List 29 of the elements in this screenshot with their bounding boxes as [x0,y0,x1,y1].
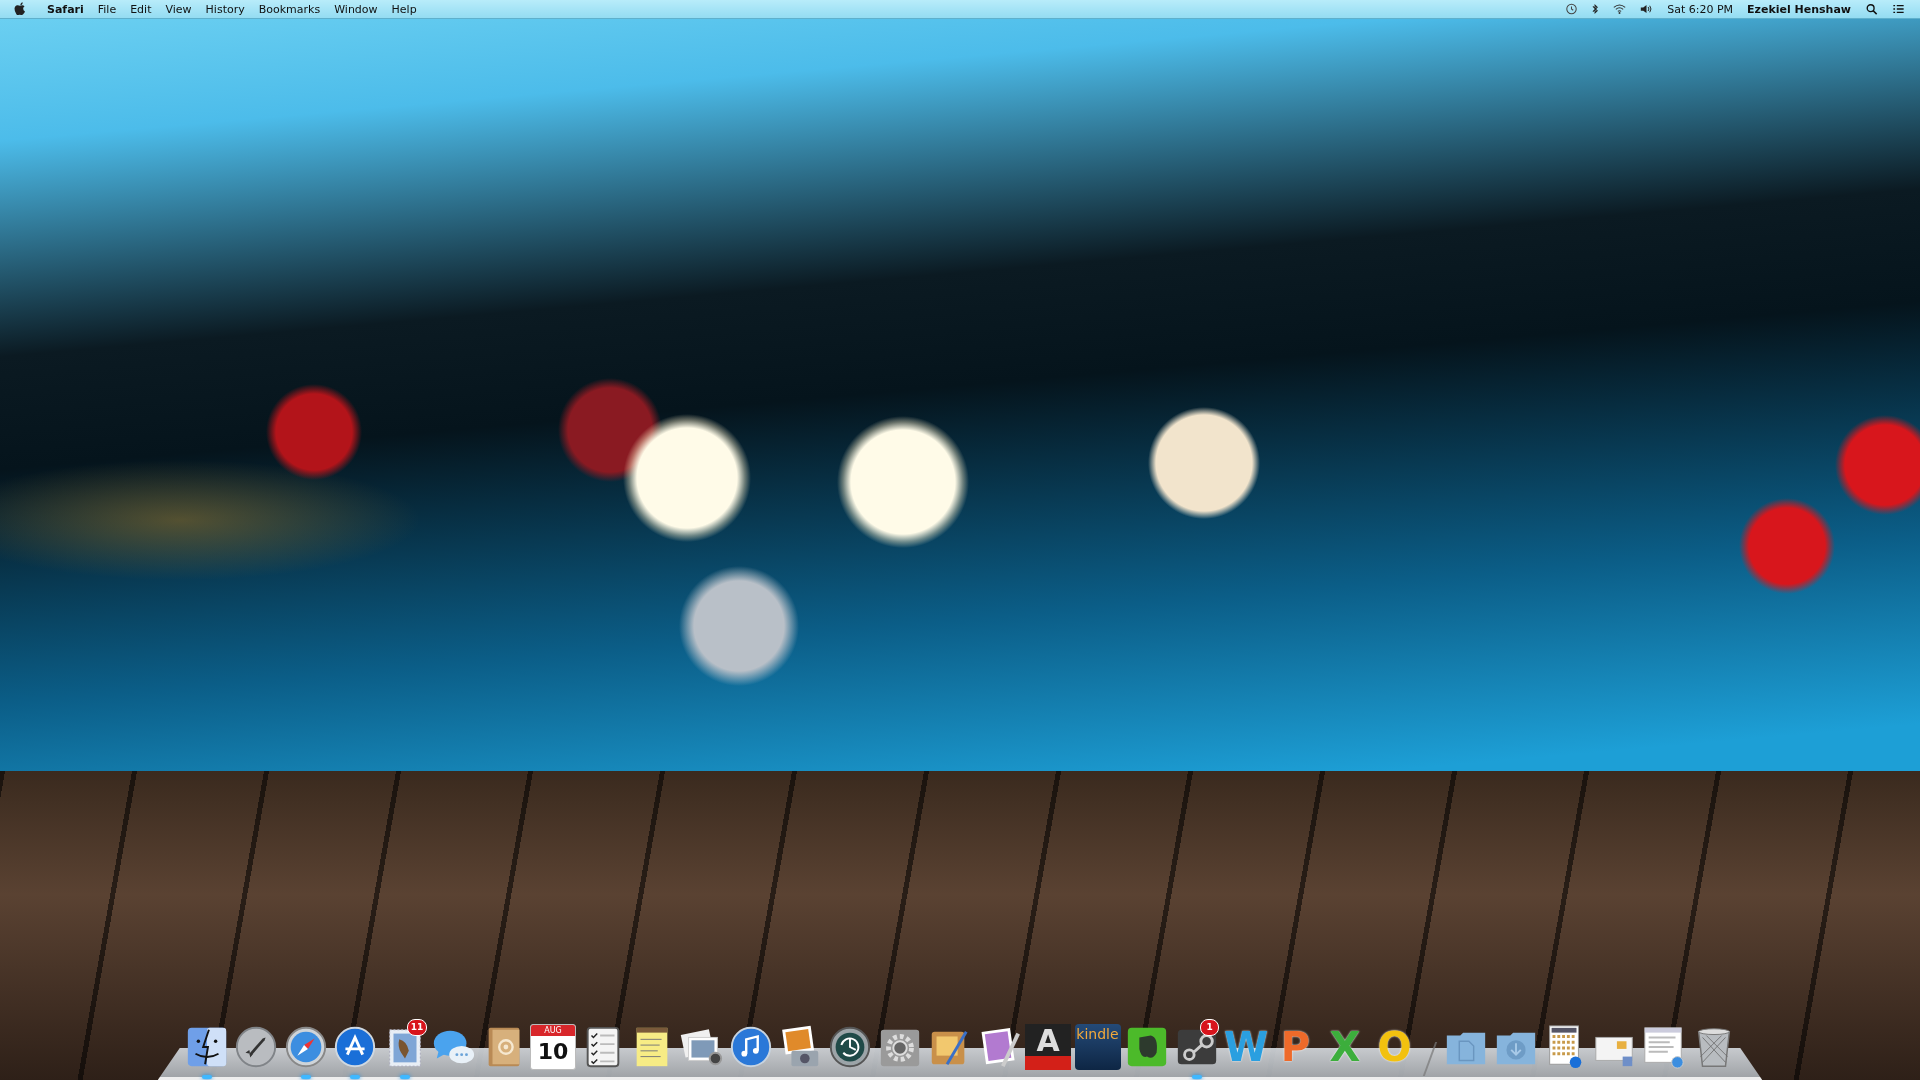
apple-logo-icon[interactable] [14,2,26,16]
speaker-icon[interactable] [1640,3,1654,15]
menu-item[interactable]: File [90,0,124,18]
window-thumbnail-icon[interactable] [1641,1024,1687,1070]
running-indicator [350,1075,360,1079]
menu-item[interactable]: Edit [123,0,159,18]
app-store-icon[interactable] [332,1024,378,1070]
list-icon[interactable] [1892,3,1905,15]
bluetooth-icon[interactable] [1592,3,1600,15]
menu-item[interactable]: Window [327,0,385,18]
wifi-icon[interactable] [1613,3,1627,15]
clock-text[interactable]: Sat 6:20 PM [1660,2,1740,16]
running-indicator [201,1075,212,1079]
menu-item[interactable]: Help [384,0,424,18]
menu-item[interactable]: History [198,0,252,18]
running-indicator [399,1075,410,1079]
kindle-tile-icon[interactable]: kindle [1074,1024,1121,1070]
notification-badge: 11 [406,1019,428,1036]
menu-item[interactable]: Safari [40,0,91,18]
search-icon[interactable] [1865,3,1878,15]
letter-tile-icon[interactable]: A [1025,1024,1071,1070]
user-name[interactable]: Ezekiel Henshaw [1740,2,1858,16]
running-indicator [300,1075,311,1079]
menu-item[interactable]: Bookmarks [251,0,328,18]
running-indicator [1191,1075,1202,1079]
menu-item[interactable]: View [158,0,199,18]
notification-badge: 1 [1200,1019,1220,1036]
music-note-icon[interactable] [728,1024,774,1070]
calendar-icon[interactable]: AUG 10 [530,1024,576,1070]
